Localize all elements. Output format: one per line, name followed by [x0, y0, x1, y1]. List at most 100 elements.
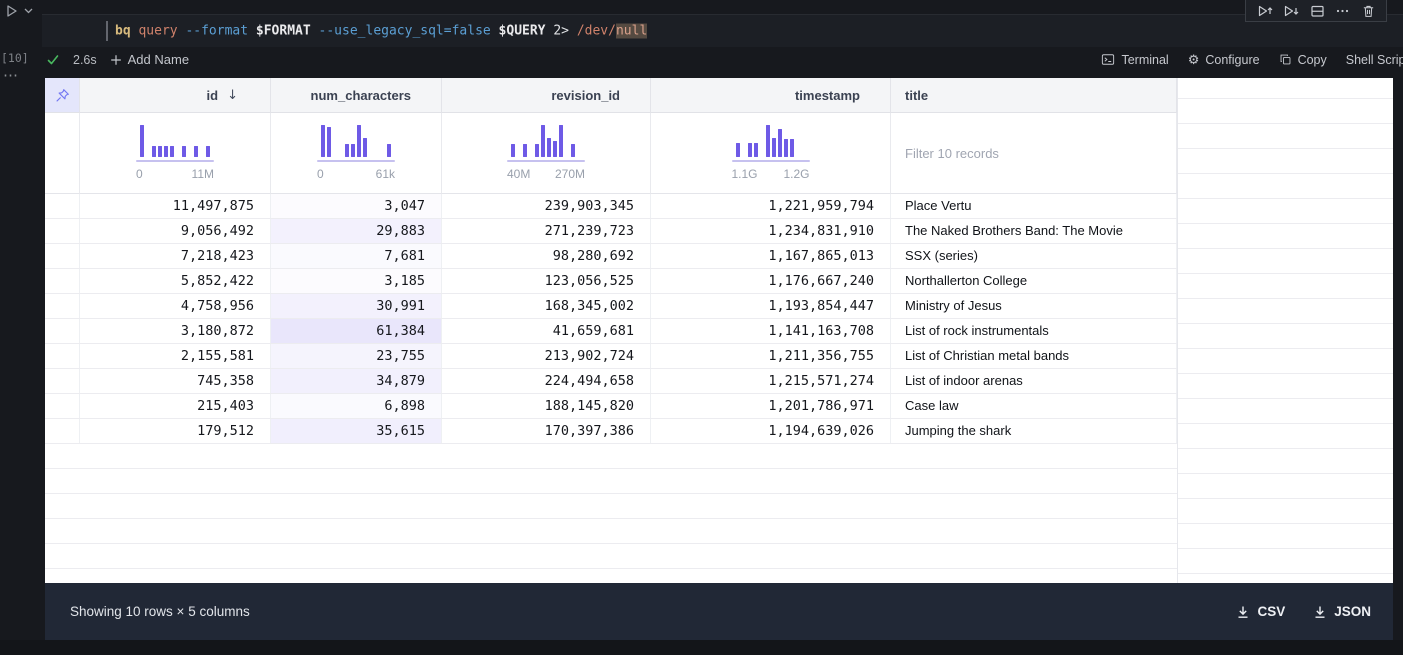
histogram-max-label: 61k [375, 167, 395, 181]
column-label: id [206, 87, 219, 103]
filter-records-input[interactable] [891, 145, 1131, 161]
histogram-baseline [136, 160, 214, 162]
run-cell-button[interactable] [5, 4, 33, 18]
table-row: 11,497,875 3,047 239,903,345 1,221,959,794 P… [45, 194, 1177, 219]
cell-more-icon[interactable]: ⋯ [3, 66, 19, 84]
command-token: null [615, 23, 648, 39]
results-table: id ↓ num_characters revision_id timestamp tit… [45, 78, 1393, 583]
pin-column-button[interactable] [45, 78, 80, 113]
cell-id: 179,512 [80, 419, 271, 443]
histogram-bar [511, 144, 515, 157]
command-token: $QUERY [498, 23, 546, 39]
cell-revision_id: 213,902,724 [442, 344, 651, 368]
shell-script-button[interactable]: Shell Script [1346, 53, 1403, 67]
command-token: --format [185, 23, 249, 39]
add-name-label: Add Name [127, 52, 190, 67]
cell-num_characters: 3,047 [271, 194, 442, 218]
histogram-max-label: 270M [554, 167, 585, 181]
cell-timestamp: 1,193,854,447 [651, 294, 891, 318]
histogram-bar [553, 141, 557, 157]
cell-num_characters: 35,615 [271, 419, 442, 443]
table-row: 5,852,422 3,185 123,056,525 1,176,667,240 No… [45, 269, 1177, 294]
column-header-title[interactable]: title [891, 78, 1177, 113]
histogram-bar [206, 146, 210, 157]
command-token: $FORMAT [255, 23, 311, 39]
download-csv-button[interactable]: CSV [1236, 604, 1285, 619]
gutter-line [106, 21, 108, 41]
cell-revision_id: 271,239,723 [442, 219, 651, 243]
cell-timestamp: 1,201,786,971 [651, 394, 891, 418]
histogram-min-label: 40M [507, 167, 531, 181]
split-cell-icon[interactable] [1310, 4, 1325, 18]
terminal-icon [1101, 53, 1115, 66]
histogram-bar [345, 144, 349, 157]
histogram-bar [182, 146, 186, 157]
row-count-summary: Showing 10 rows × 5 columns [70, 604, 250, 619]
table-row: 7,218,423 7,681 98,280,692 1,167,865,013 SSX… [45, 244, 1177, 269]
download-json-button[interactable]: JSON [1313, 604, 1371, 619]
histogram-min-label: 0 [317, 167, 324, 181]
histogram-baseline [507, 160, 585, 162]
table-row: 745,358 34,879 224,494,658 1,215,571,274 Lis… [45, 369, 1177, 394]
histogram-bar [789, 139, 794, 157]
column-label: timestamp [794, 87, 860, 103]
run-cells-above-icon[interactable] [1257, 4, 1273, 18]
cell-title: Ministry of Jesus [891, 294, 1177, 318]
cell-title: Place Vertu [891, 194, 1177, 218]
cell-num_characters: 6,898 [271, 394, 442, 418]
histogram-bar [559, 125, 563, 157]
command-text: bq query --format $FORMAT --use_legacy_s… [115, 23, 648, 39]
histogram-bar [170, 146, 174, 157]
histogram-bars [321, 125, 391, 157]
cell-num_characters: 61,384 [271, 319, 442, 343]
histogram-bar [194, 146, 198, 157]
add-name-button[interactable]: Add Name [110, 52, 189, 67]
command-token [311, 24, 319, 39]
copy-button[interactable]: Copy [1279, 53, 1327, 67]
cell-revision_id: 188,145,820 [442, 394, 651, 418]
more-options-icon[interactable] [1335, 4, 1350, 18]
empty-rows-area [45, 444, 1177, 583]
histogram-bar [351, 144, 355, 157]
run-cells-below-icon[interactable] [1283, 4, 1299, 18]
column-histogram: 40M 270M [506, 125, 586, 181]
delete-cell-icon[interactable] [1361, 4, 1376, 18]
column-header-revision_id[interactable]: revision_id [442, 78, 651, 113]
cell-title: List of Christian metal bands [891, 344, 1177, 368]
summary-cell-id: 0 11M [80, 113, 271, 194]
column-header-timestamp[interactable]: timestamp [651, 78, 891, 113]
action-label: Copy [1297, 52, 1327, 67]
results-footer: Showing 10 rows × 5 columns CSV JSON [45, 583, 1393, 640]
cell-revision_id: 98,280,692 [442, 244, 651, 268]
cell-timestamp: 1,215,571,274 [651, 369, 891, 393]
histogram-bar [158, 146, 162, 157]
configure-button[interactable]: ⚙ Configure [1188, 53, 1260, 67]
success-check-icon [46, 53, 60, 67]
cell-title: SSX (series) [891, 244, 1177, 268]
play-icon [5, 4, 19, 18]
cell-num_characters: 3,185 [271, 269, 442, 293]
histogram-bar [357, 125, 361, 157]
command-editor[interactable]: bq query --format $FORMAT --use_legacy_s… [42, 15, 1403, 47]
row-pin-cell [45, 319, 80, 343]
terminal-button[interactable]: Terminal [1101, 53, 1169, 67]
cell-id: 11,497,875 [80, 194, 271, 218]
cell-num_characters: 7,681 [271, 244, 442, 268]
cell-id: 3,180,872 [80, 319, 271, 343]
row-pin-cell [45, 369, 80, 393]
histogram-max-label: 1.2G [783, 167, 810, 181]
column-header-id[interactable]: id ↓ [80, 78, 271, 113]
column-label: num_characters [310, 87, 411, 103]
gear-icon: ⚙ [1187, 52, 1200, 68]
column-header-num_characters[interactable]: num_characters [271, 78, 442, 113]
command-token: --use_legacy_sql=false [318, 23, 491, 39]
execution-count: [10] [1, 51, 29, 65]
cell-revision_id: 239,903,345 [442, 194, 651, 218]
column-histogram: 0 61k [316, 125, 396, 181]
cell-revision_id: 168,345,002 [442, 294, 651, 318]
histogram-bar [777, 129, 782, 157]
download-icon [1313, 605, 1327, 619]
action-label: Configure [1205, 52, 1260, 67]
cell-id: 745,358 [80, 369, 271, 393]
row-pin-cell [45, 394, 80, 418]
